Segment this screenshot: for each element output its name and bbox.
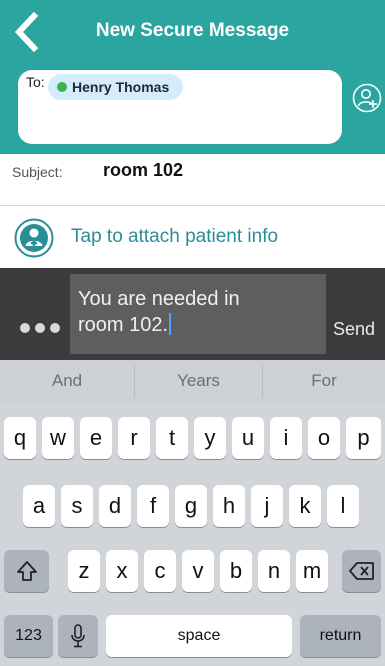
patient-icon (14, 218, 54, 258)
shift-key[interactable] (4, 550, 49, 592)
key-f[interactable]: f (137, 485, 169, 527)
key-l[interactable]: l (327, 485, 359, 527)
send-button[interactable]: Send (333, 319, 375, 340)
key-z[interactable]: z (68, 550, 100, 592)
message-line-1: You are needed in (78, 288, 240, 310)
backspace-key[interactable] (342, 550, 381, 592)
composer-bar: You are needed in room 102. Send (0, 268, 385, 360)
numbers-key[interactable]: 123 (4, 615, 53, 657)
key-r[interactable]: r (118, 417, 150, 459)
key-y[interactable]: y (194, 417, 226, 459)
key-h[interactable]: h (213, 485, 245, 527)
keyboard: And Years For q w e r t y u i o p a s d … (0, 360, 385, 666)
key-x[interactable]: x (106, 550, 138, 592)
add-user-icon (352, 83, 382, 113)
microphone-key[interactable] (58, 615, 98, 657)
backspace-icon (348, 562, 374, 580)
key-q[interactable]: q (4, 417, 36, 459)
key-v[interactable]: v (182, 550, 214, 592)
key-o[interactable]: o (308, 417, 340, 459)
space-key[interactable]: space (106, 615, 292, 657)
key-u[interactable]: u (232, 417, 264, 459)
key-p[interactable]: p (346, 417, 381, 459)
return-key[interactable]: return (300, 615, 381, 657)
key-e[interactable]: e (80, 417, 112, 459)
key-w[interactable]: w (42, 417, 74, 459)
ellipsis-icon[interactable] (18, 321, 62, 335)
message-input[interactable]: You are needed in room 102. (70, 274, 326, 354)
message-line-2: room 102. (78, 312, 318, 338)
header-bar: New Secure Message (0, 0, 385, 62)
recipient-chip[interactable]: Henry Thomas (48, 74, 184, 100)
microphone-icon (71, 624, 85, 648)
text-cursor (169, 313, 172, 335)
suggestion-bar: And Years For (0, 360, 385, 404)
suggestion-item[interactable]: For (263, 360, 385, 404)
to-field[interactable]: To: Henry Thomas (18, 70, 342, 144)
key-m[interactable]: m (296, 550, 328, 592)
subject-label: Subject: (12, 164, 63, 180)
key-s[interactable]: s (61, 485, 93, 527)
key-c[interactable]: c (144, 550, 176, 592)
to-label: To: (26, 74, 45, 90)
recipient-name: Henry Thomas (72, 79, 170, 95)
key-k[interactable]: k (289, 485, 321, 527)
key-a[interactable]: a (23, 485, 55, 527)
message-line-2-text: room 102. (78, 314, 169, 336)
subject-row[interactable]: Subject: room 102 (0, 154, 385, 206)
key-i[interactable]: i (270, 417, 302, 459)
key-j[interactable]: j (251, 485, 283, 527)
key-b[interactable]: b (220, 550, 252, 592)
key-n[interactable]: n (258, 550, 290, 592)
key-t[interactable]: t (156, 417, 188, 459)
key-g[interactable]: g (175, 485, 207, 527)
suggestion-item[interactable]: And (0, 360, 134, 404)
page-title: New Secure Message (95, 20, 290, 41)
recipients-area: To: Henry Thomas (0, 62, 385, 154)
shift-icon (16, 561, 37, 581)
attach-patient-button[interactable]: Tap to attach patient info (0, 206, 385, 268)
suggestion-item[interactable]: Years (135, 360, 262, 404)
subject-input[interactable]: room 102 (103, 160, 183, 181)
add-recipient-button[interactable] (352, 83, 382, 113)
key-d[interactable]: d (99, 485, 131, 527)
attach-patient-label: Tap to attach patient info (71, 226, 279, 247)
online-status-dot (57, 82, 67, 92)
